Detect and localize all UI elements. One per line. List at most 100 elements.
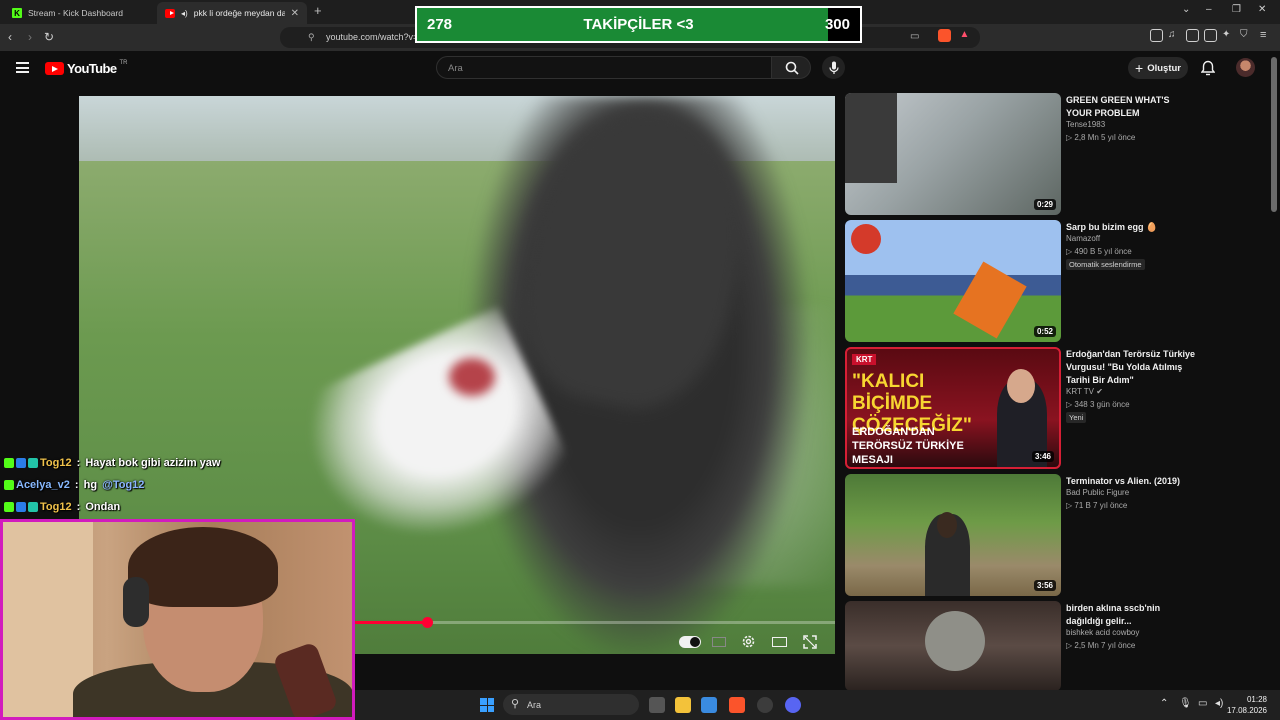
vpn-icon[interactable]: ⛉ xyxy=(1240,29,1253,42)
maximize-button[interactable]: ❐ xyxy=(1232,4,1241,15)
store-icon[interactable] xyxy=(701,697,717,713)
thumbnail-subtitle: ERDOĞAN'DAN TERÖRSÜZ TÜRKİYE MESAJI xyxy=(852,426,964,466)
chat-message: Tog12 : Hayat bok gibi azizim yaw xyxy=(4,457,220,469)
forward-button[interactable]: › xyxy=(28,30,32,44)
recommendation-item[interactable]: 0:29 GREEN GREEN WHAT'S YOUR PROBLEM Ten… xyxy=(845,93,1265,215)
duration-badge: 0:29 xyxy=(1033,199,1056,210)
moderator-badge-icon xyxy=(16,502,26,512)
close-tab-icon[interactable]: ✕ xyxy=(291,8,299,19)
video-title[interactable]: Sarp bu bizim egg 🥚 xyxy=(1066,221,1196,234)
kick-badge-icon xyxy=(4,458,14,468)
recommendation-item[interactable]: KRT "KALICI BİÇİMDE ÇÖZECEĞİZ" ERDOĞAN'D… xyxy=(845,347,1265,469)
tab-youtube-video[interactable]: ◂) pkk li ordeğe meydan dayağı ✕ xyxy=(157,2,307,24)
duration-badge: 3:56 xyxy=(1033,580,1056,591)
taskbar-search[interactable]: ⚲ Ara xyxy=(503,694,639,715)
channel-name[interactable]: Bad Public Figure xyxy=(1066,488,1129,497)
discord-icon[interactable] xyxy=(785,697,801,713)
file-explorer-icon[interactable] xyxy=(675,697,691,713)
search-input[interactable]: Ara xyxy=(436,56,772,79)
headphones xyxy=(123,577,149,627)
video-thumbnail[interactable] xyxy=(845,601,1061,691)
channel-name[interactable]: Namazoff xyxy=(1066,234,1100,243)
youtube-icon xyxy=(165,8,176,18)
goal-target: 300 xyxy=(824,16,850,33)
guide-menu-icon[interactable] xyxy=(16,62,29,73)
video-title[interactable]: GREEN GREEN WHAT'S YOUR PROBLEM xyxy=(1066,94,1196,120)
obs-icon[interactable] xyxy=(757,697,773,713)
site-info-icon[interactable]: ⚲ xyxy=(308,32,315,43)
thumbnail-logo: KRT xyxy=(852,354,877,365)
duration-badge: 0:52 xyxy=(1033,326,1056,337)
wallet-icon[interactable] xyxy=(1204,29,1217,42)
menu-icon[interactable]: ≡ xyxy=(1260,29,1273,42)
reload-button[interactable]: ↻ xyxy=(44,30,54,44)
system-clock[interactable]: 01:28 17.08.2026 xyxy=(1221,694,1267,716)
create-button[interactable]: + Oluştur xyxy=(1128,57,1188,79)
voice-search-button[interactable] xyxy=(822,56,845,79)
leo-icon[interactable]: ✦ xyxy=(1222,29,1235,42)
search-placeholder: Ara xyxy=(448,63,463,74)
kick-badge-icon xyxy=(4,480,14,490)
notifications-icon[interactable] xyxy=(1201,60,1215,76)
region-code: TR xyxy=(119,59,128,66)
video-thumbnail[interactable]: 0:29 xyxy=(845,93,1061,215)
brave-shields-icon[interactable] xyxy=(938,29,951,42)
subscriber-badge-icon xyxy=(28,458,38,468)
clock-time: 01:28 xyxy=(1246,695,1267,704)
video-thumbnail[interactable]: 0:52 xyxy=(845,220,1061,342)
scrubber-handle[interactable] xyxy=(421,617,433,628)
extensions-icon[interactable] xyxy=(1150,29,1163,42)
minimize-button[interactable]: – xyxy=(1206,4,1212,15)
tab-label: pkk li ordeğe meydan dayağı xyxy=(193,8,285,18)
video-title[interactable]: Terminator vs Alien. (2019) xyxy=(1066,475,1196,488)
windows-taskbar: ⚲ Ara ⌃ 🎙 ▭ ◂) 01:28 17.08.2026 xyxy=(355,690,1280,720)
channel-name[interactable]: Tense1983 xyxy=(1066,120,1105,129)
recommendation-item[interactable]: 3:56 Terminator vs Alien. (2019) Bad Pub… xyxy=(845,474,1265,596)
network-icon[interactable]: ▭ xyxy=(1198,698,1207,709)
back-button[interactable]: ‹ xyxy=(8,30,12,44)
page-scrollbar[interactable] xyxy=(1271,57,1277,212)
video-thumbnail[interactable]: 3:56 xyxy=(845,474,1061,596)
youtube-header: YouTube TR Ara + Oluştur xyxy=(0,51,1280,87)
autoplay-toggle[interactable] xyxy=(679,636,701,648)
cast-icon[interactable]: ▭ xyxy=(910,31,919,42)
audio-playing-icon[interactable]: ◂) xyxy=(181,9,188,18)
tab-list-icon[interactable]: ⌄ xyxy=(1182,4,1190,15)
chat-text: hg xyxy=(83,479,101,491)
media-icon[interactable]: ♫ xyxy=(1168,29,1181,42)
video-title[interactable]: birden aklına sscb'nin dağıldığı gelir..… xyxy=(1066,602,1196,628)
chat-username: Acelya_v2 xyxy=(16,479,70,491)
channel-name[interactable]: bishkek acid cowboy xyxy=(1066,628,1139,637)
create-label: Oluştur xyxy=(1147,62,1181,74)
start-button[interactable] xyxy=(480,698,494,712)
fullscreen-icon[interactable] xyxy=(803,635,817,649)
task-view-icon[interactable] xyxy=(649,697,665,713)
sidebar-icon[interactable] xyxy=(1186,29,1199,42)
settings-gear-icon[interactable] xyxy=(741,634,756,649)
channel-name[interactable]: KRT TV ✔ xyxy=(1066,387,1103,396)
screen: K Stream - Kick Dashboard ◂) pkk li orde… xyxy=(0,0,1280,720)
new-badge: Yeni xyxy=(1066,412,1087,423)
tray-overflow-icon[interactable]: ⌃ xyxy=(1160,698,1168,709)
youtube-logo[interactable]: YouTube TR xyxy=(45,59,128,76)
search-button[interactable] xyxy=(771,56,811,79)
subtitles-icon[interactable] xyxy=(712,637,726,647)
chat-username: Tog12 xyxy=(40,457,72,469)
close-window-button[interactable]: ✕ xyxy=(1258,4,1266,15)
search-icon: ⚲ xyxy=(511,698,520,710)
search-icon xyxy=(785,61,799,75)
avatar[interactable] xyxy=(1236,58,1255,77)
moderator-badge-icon xyxy=(16,458,26,468)
microphone-tray-icon[interactable]: 🎙 xyxy=(1179,698,1192,709)
brave-rewards-icon[interactable]: ▲ xyxy=(958,29,971,42)
clock-date: 17.08.2026 xyxy=(1226,706,1267,715)
chat-mention: @Tog12 xyxy=(102,479,145,491)
recommendation-item[interactable]: 0:52 Sarp bu bizim egg 🥚 Namazoff ▷ 490 … xyxy=(845,220,1265,342)
kick-badge-icon xyxy=(4,502,14,512)
new-tab-button[interactable]: + xyxy=(314,3,322,18)
tab-kick-dashboard[interactable]: K Stream - Kick Dashboard xyxy=(4,2,154,24)
theater-mode-icon[interactable] xyxy=(772,637,787,647)
video-thumbnail[interactable]: KRT "KALICI BİÇİMDE ÇÖZECEĞİZ" ERDOĞAN'D… xyxy=(845,347,1061,469)
video-title[interactable]: Erdoğan'dan Terörsüz Türkiye Vurgusu! "B… xyxy=(1066,348,1196,387)
brave-browser-icon[interactable] xyxy=(729,697,745,713)
